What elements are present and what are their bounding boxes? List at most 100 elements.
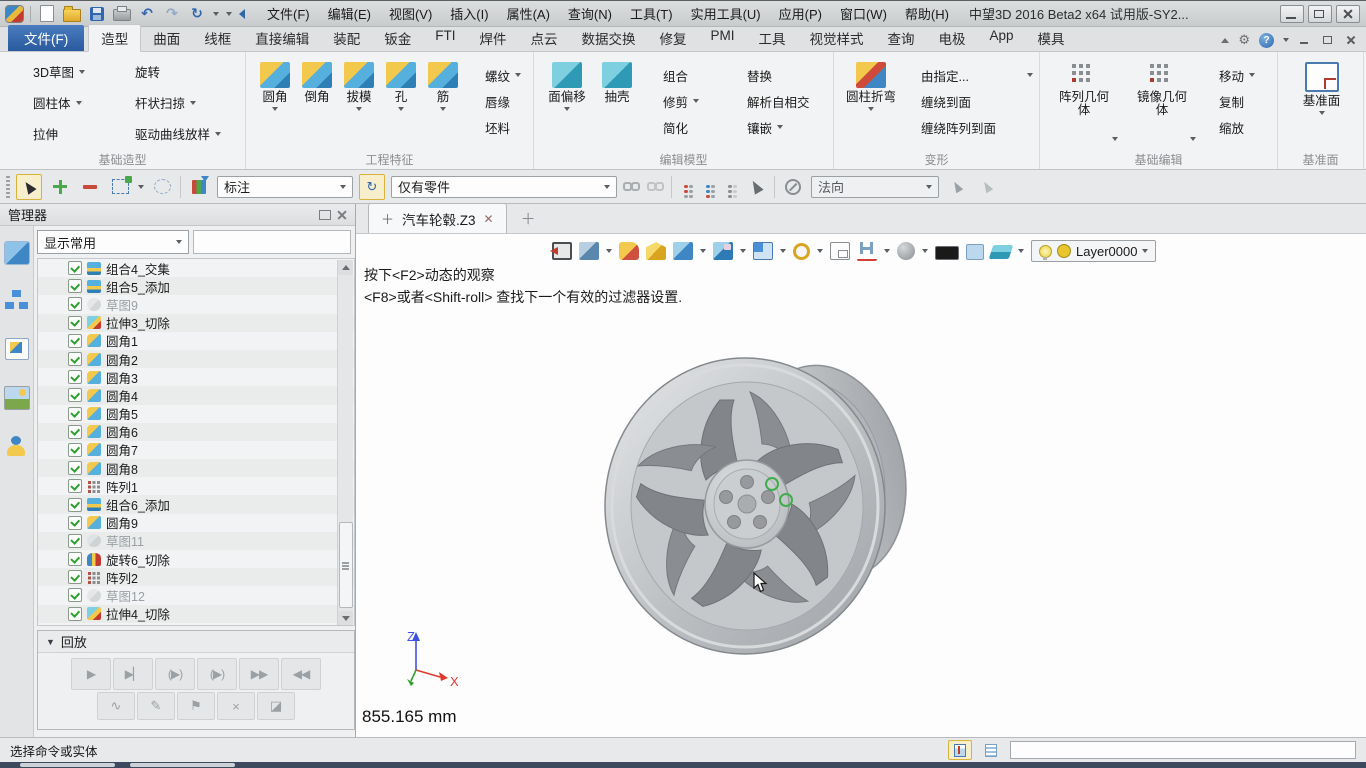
dropdown-caret-icon[interactable] [1249,73,1255,77]
ribbon-button[interactable]: 简化 [642,114,726,140]
replay-button[interactable]: ◀◀ [281,658,321,690]
viewport-layout-icon[interactable] [753,242,773,260]
dropdown-caret-icon[interactable] [272,107,278,111]
dropdown-caret-icon[interactable] [398,107,404,111]
menu-item[interactable]: 属性(A) [500,1,557,26]
layer-caret-icon[interactable] [1142,249,1148,253]
doc-minimize-icon[interactable] [1298,34,1312,46]
visibility-checkbox[interactable] [68,334,82,348]
ribbon-button[interactable]: 缠绕阵列到面 [900,114,1033,140]
collapse-qat-icon[interactable] [239,9,245,19]
dropdown-caret-icon[interactable] [76,101,82,105]
menu-item[interactable]: 视图(V) [382,1,439,26]
replay-tool-button[interactable]: × [217,692,255,720]
ribbon-button[interactable]: 替换 [726,62,810,88]
ribbon-button[interactable]: 移动 [1198,62,1255,88]
ribbon-button[interactable]: 驱动曲线放样 [110,120,242,147]
ribbon-big-button[interactable]: 圆角 [254,58,296,151]
panel-float-icon[interactable] [319,210,331,220]
pick-scope-combo[interactable]: 仅有零件 [391,176,617,198]
ribbon-button[interactable]: 修剪 [642,88,726,114]
menu-item[interactable]: 查询(N) [561,1,619,26]
ribbon-tab[interactable]: 数据交换 [570,25,648,51]
dropdown-caret-icon[interactable] [215,132,221,136]
visibility-checkbox[interactable] [68,552,82,566]
history-log-icon[interactable] [980,741,1002,759]
visibility-checkbox[interactable] [68,316,82,330]
replay-tool-button[interactable]: ⚑ [177,692,215,720]
exit-sketch-icon[interactable] [552,242,572,260]
visibility-checkbox[interactable] [68,279,82,293]
visibility-checkbox[interactable] [68,443,82,457]
ribbon-button[interactable]: 组合 [642,62,726,88]
command-input[interactable] [1010,741,1356,759]
ribbon-big-button[interactable]: 圆柱折弯 [842,58,900,151]
new-tab-icon[interactable]: ＋ [521,208,536,229]
unlink-icon[interactable] [647,182,665,192]
help-dropdown-icon[interactable] [1283,38,1289,42]
menu-item[interactable]: 实用工具(U) [684,1,768,26]
dropdown-caret-icon[interactable] [190,101,196,105]
layer-color-icon[interactable] [1057,244,1071,258]
ribbon-button[interactable]: 由指定... [900,62,1033,88]
tree-row[interactable]: 阵列1 [38,477,354,495]
collapse-ribbon-icon[interactable] [1221,38,1229,43]
manager-header[interactable]: 管理器 [0,204,355,226]
save-icon[interactable] [88,6,106,22]
scope-cycle-icon[interactable]: ↻ [359,174,385,200]
select-tool-button[interactable] [16,174,42,200]
visibility-checkbox[interactable] [68,297,82,311]
dropdown-caret-icon[interactable] [693,99,699,103]
visibility-checkbox[interactable] [68,516,82,530]
print-icon[interactable] [113,6,131,22]
ribbon-button[interactable]: 拉伸 [8,120,110,147]
ribbon-tab[interactable]: 曲面 [141,25,192,51]
remove-selection-icon[interactable] [78,175,102,199]
refresh-icon[interactable]: ↻ [188,6,206,22]
render-manager-icon[interactable] [4,386,30,410]
visibility-checkbox[interactable] [68,588,82,602]
ribbon-big-button[interactable]: 倒角 [296,58,338,151]
tree-row[interactable]: 圆角9 [38,514,354,532]
ribbon-big-button[interactable]: 拔模 [338,58,380,151]
doc-close-icon[interactable] [1344,34,1358,46]
wireframe-icon[interactable] [793,243,810,260]
toolbar-drag-handle[interactable] [6,176,10,198]
tree-row[interactable]: 组合6_添加 [38,495,354,513]
scrollbar-thumb[interactable] [339,522,353,608]
replay-button[interactable]: (▶) [155,658,195,690]
dropdown-caret-icon[interactable] [440,107,446,111]
wheel-model[interactable] [600,354,920,659]
pointer-tool2-icon[interactable] [975,175,999,199]
tree-row[interactable]: 拉伸3_切除 [38,314,354,332]
caret-icon[interactable] [922,249,928,253]
caret-icon[interactable] [817,249,823,253]
pick-filter3-icon[interactable] [728,185,732,189]
caret-icon[interactable] [884,249,890,253]
ribbon-button[interactable]: 坯料 [464,114,521,140]
visibility-checkbox[interactable] [68,388,82,402]
caret-icon[interactable] [780,249,786,253]
ribbon-button[interactable]: 镶嵌 [726,114,810,140]
background-material-icon[interactable] [897,242,915,260]
caret-icon[interactable] [700,249,706,253]
tree-row[interactable]: 圆角2 [38,350,354,368]
replay-header[interactable]: ▼ 回放 [38,631,354,653]
ribbon-tab[interactable]: 装配 [321,25,372,51]
ribbon-big-button[interactable]: 筋 [422,58,464,151]
ribbon-tab[interactable]: 工具 [747,25,798,51]
visibility-checkbox[interactable] [68,370,82,384]
visibility-checkbox[interactable] [68,352,82,366]
panel-close-icon[interactable] [337,210,347,220]
ribbon-tab[interactable]: 直接编辑 [243,25,321,51]
menu-item[interactable]: 编辑(E) [321,1,378,26]
visual-manager-icon[interactable] [5,338,29,360]
dropdown-caret-icon[interactable] [1027,73,1033,77]
ribbon-tab[interactable]: 焊件 [468,25,519,51]
tree-row[interactable]: 组合5_添加 [38,277,354,295]
combo-caret-icon[interactable] [926,185,932,189]
ribbon-tab[interactable]: FTI [423,25,467,51]
tab-close-icon[interactable]: ✕ [484,212,494,226]
help-icon[interactable]: ? [1259,33,1274,48]
restore-button[interactable] [1308,5,1332,23]
